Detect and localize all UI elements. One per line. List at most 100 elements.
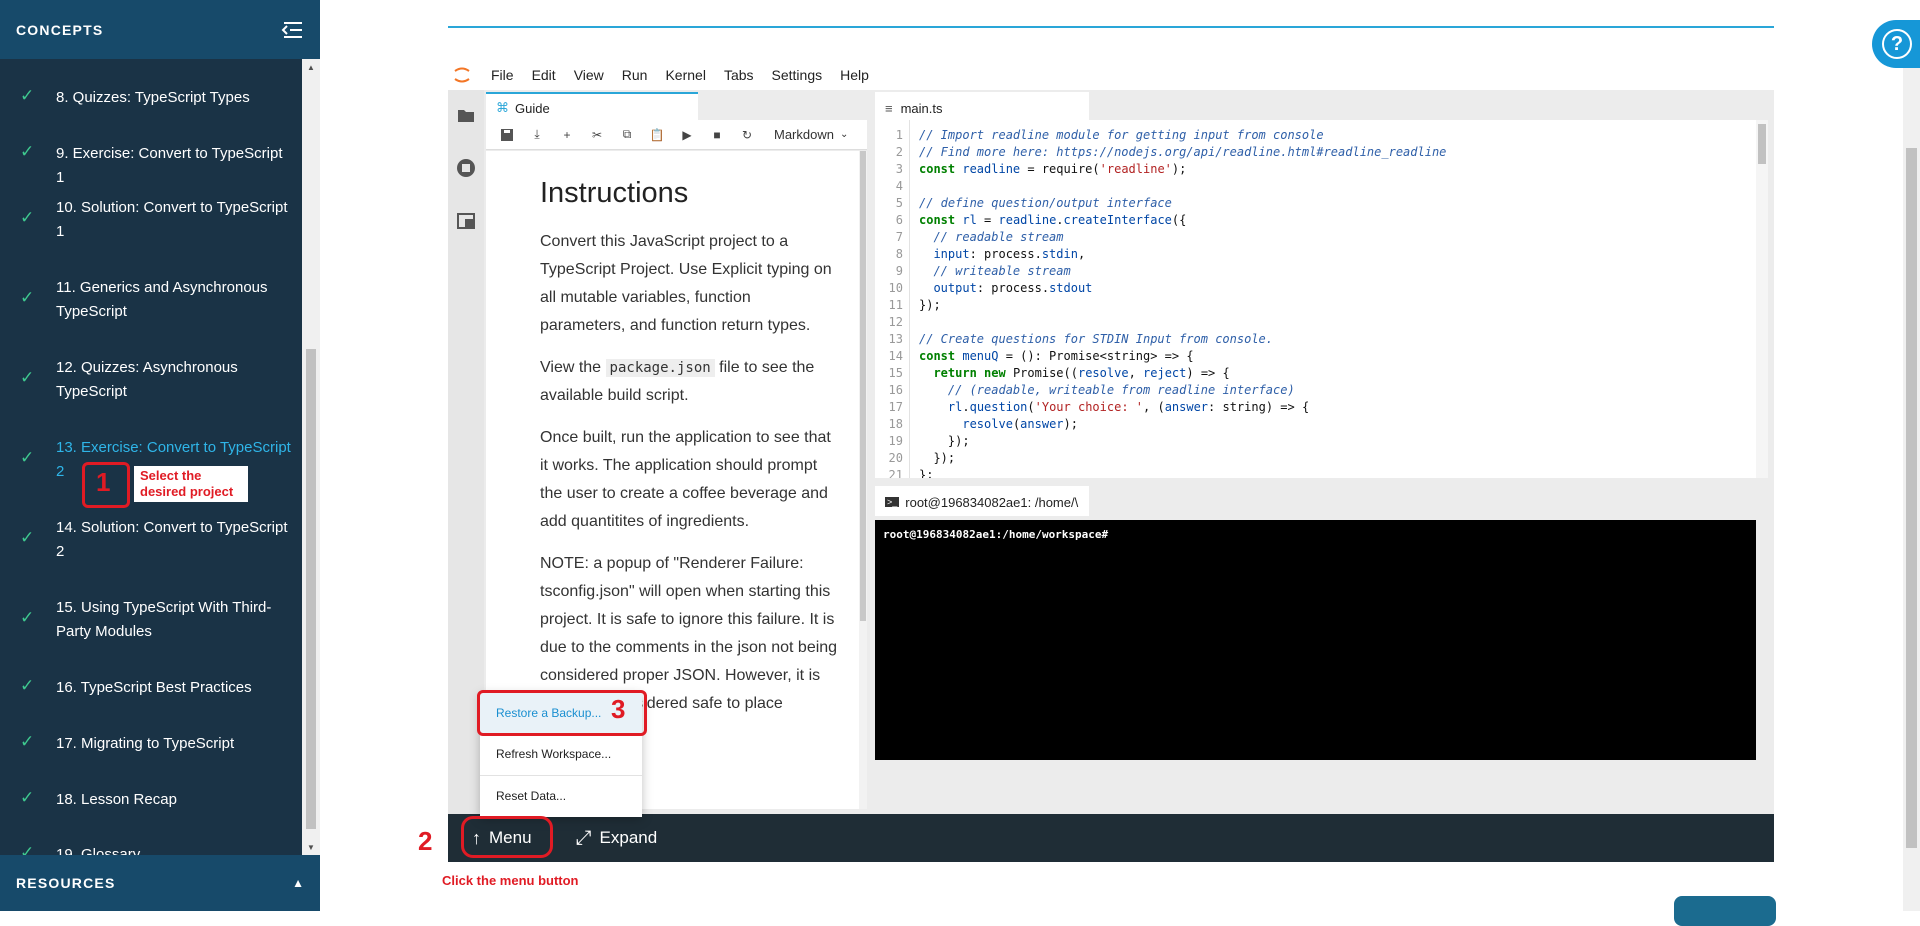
menu-edit[interactable]: Edit (523, 67, 565, 83)
editor-scroll-thumb[interactable] (1758, 124, 1766, 164)
code-line[interactable]: 13 // Create questions for STDIN Input fr… (875, 331, 1755, 348)
tab-terminal[interactable]: >_ root@196834082ae1: /home/\ (875, 486, 1089, 516)
code-editor[interactable]: 1 // Import readline module for getting i… (875, 120, 1768, 478)
scroll-up-arrow-icon[interactable]: ▲ (306, 63, 316, 72)
step3-number: 3 (611, 694, 626, 724)
tab-guide[interactable]: ⌘ Guide (486, 92, 698, 122)
running-sessions-icon[interactable] (455, 157, 477, 179)
step2-highlight (461, 816, 553, 858)
line-number: 4 (895, 179, 903, 193)
code-text: rl.question('Your choice: ', (answer: st… (947, 400, 1310, 414)
tabs-panel-icon[interactable] (455, 210, 477, 232)
tab-main-ts-label: main.ts (900, 100, 943, 116)
code-line[interactable]: 18 resolve(answer); (875, 416, 1755, 433)
check-icon: ✓ (20, 288, 35, 307)
copy-icon[interactable]: ⧉ (612, 123, 642, 147)
lesson-label: 18. Lesson Recap (56, 791, 177, 808)
resources-toggle[interactable]: RESOURCES ▲ (0, 855, 320, 911)
paste-icon[interactable]: 📋 (642, 123, 672, 147)
editor-scrollbar[interactable] (1756, 120, 1768, 478)
lesson-label: 12. Quizzes: Asynchronous TypeScript (56, 359, 238, 400)
notebook-icon: ⌘ (496, 100, 509, 115)
code-line[interactable]: 7 // readable stream (875, 229, 1755, 246)
reset-data-item[interactable]: Reset Data... (480, 776, 642, 816)
folder-icon[interactable] (455, 104, 477, 126)
code-line[interactable]: 2 // Find more here: https://nodejs.org/a… (875, 144, 1755, 161)
line-number: 7 (895, 230, 903, 244)
code-line[interactable]: 4 (875, 178, 1755, 195)
instructions-paragraph: Once built, run the application to see t… (540, 429, 831, 530)
code-line[interactable]: 12 (875, 314, 1755, 331)
code-line[interactable]: 15 return new Promise((resolve, reject) … (875, 365, 1755, 382)
code-text: // Import readline module for getting in… (919, 128, 1324, 142)
help-button[interactable]: ? (1872, 20, 1920, 68)
code-line[interactable]: 5 // define question/output interface (875, 195, 1755, 212)
line-number: 3 (895, 162, 903, 176)
cell-type-value: Markdown (774, 127, 834, 142)
line-number: 21 (888, 468, 903, 478)
cut-icon[interactable]: ✂ (582, 123, 612, 147)
collapse-sidebar-icon[interactable] (280, 20, 304, 40)
code-line[interactable]: 11}); (875, 297, 1755, 314)
run-icon[interactable]: ▶ (672, 123, 702, 147)
menu-view[interactable]: View (565, 67, 613, 83)
code-text: resolve(answer); (962, 417, 1078, 431)
menu-kernel[interactable]: Kernel (656, 67, 714, 83)
refresh-workspace-item[interactable]: Refresh Workspace... (480, 734, 642, 774)
sidebar-scrollbar[interactable]: ▲ ▼ (302, 59, 320, 855)
stop-icon[interactable]: ■ (702, 123, 732, 147)
package-json-code: package.json (605, 359, 715, 377)
instructions-paragraph: View the package.json file to see the av… (540, 354, 840, 410)
instructions-paragraph: Convert this JavaScript project to a Typ… (540, 233, 832, 334)
jupyter-logo-icon (448, 60, 476, 90)
scroll-down-arrow-icon[interactable]: ▼ (306, 843, 316, 852)
next-button[interactable] (1674, 896, 1776, 926)
menu-run[interactable]: Run (613, 67, 657, 83)
menu-help[interactable]: Help (831, 67, 878, 83)
code-line[interactable]: 3 const readline = require('readline'); (875, 161, 1755, 178)
code-line[interactable]: 6 const rl = readline.createInterface({ (875, 212, 1755, 229)
code-line[interactable]: 21}; (875, 467, 1755, 478)
code-line[interactable]: 19 }); (875, 433, 1755, 450)
question-mark-icon: ? (1882, 29, 1912, 59)
code-line[interactable]: 14 const menuQ = (): Promise<string> => { (875, 348, 1755, 365)
code-line[interactable]: 8 input: process.stdin, (875, 246, 1755, 263)
sidebar-header: CONCEPTS (0, 0, 320, 59)
step2-number: 2 (418, 826, 433, 856)
code-text: }); (919, 434, 970, 448)
check-icon: ✓ (20, 368, 35, 387)
page-scrollbar[interactable] (1903, 68, 1920, 911)
menu-settings[interactable]: Settings (763, 67, 832, 83)
p2-text: View the (540, 359, 606, 376)
sidebar-scroll-thumb[interactable] (306, 349, 316, 829)
add-cell-icon[interactable]: + (552, 123, 582, 147)
lesson-label: 8. Quizzes: TypeScript Types (56, 89, 250, 106)
step2-note: Click the menu button (442, 873, 579, 888)
code-line[interactable]: 9 // writeable stream (875, 263, 1755, 280)
line-number: 1 (895, 128, 903, 142)
menu-file[interactable]: File (482, 67, 523, 83)
save-icon[interactable] (492, 123, 522, 147)
code-text: }); (919, 298, 941, 312)
line-number: 20 (888, 451, 903, 465)
terminal[interactable]: root@196834082ae1:/home/workspace# (875, 520, 1756, 760)
expand-button[interactable]: ⤢ Expand (576, 827, 658, 850)
code-line[interactable]: 1 // Import readline module for getting i… (875, 127, 1755, 144)
download-icon[interactable]: ⤓ (522, 123, 552, 147)
code-line[interactable]: 10 output: process.stdout (875, 280, 1755, 297)
code-text: // writeable stream (933, 264, 1071, 278)
notebook-scrollbar[interactable] (859, 151, 867, 809)
page-scroll-thumb[interactable] (1906, 148, 1917, 848)
code-line[interactable]: 20 }); (875, 450, 1755, 467)
code-text: input: process.stdin, (933, 247, 1086, 261)
code-line[interactable]: 16 // (readable, writeable from readline… (875, 382, 1755, 399)
restart-icon[interactable]: ↻ (732, 123, 762, 147)
line-number: 19 (888, 434, 903, 448)
instructions-heading: Instructions (540, 177, 689, 209)
code-line[interactable]: 17 rl.question('Your choice: ', (answer:… (875, 399, 1755, 416)
menu-tabs[interactable]: Tabs (715, 67, 763, 83)
check-icon: ✓ (20, 676, 35, 695)
notebook-scroll-thumb[interactable] (860, 151, 866, 621)
tab-main-ts[interactable]: ≡ main.ts (875, 92, 1089, 122)
cell-type-select[interactable]: Markdown ⌄ (774, 127, 848, 142)
